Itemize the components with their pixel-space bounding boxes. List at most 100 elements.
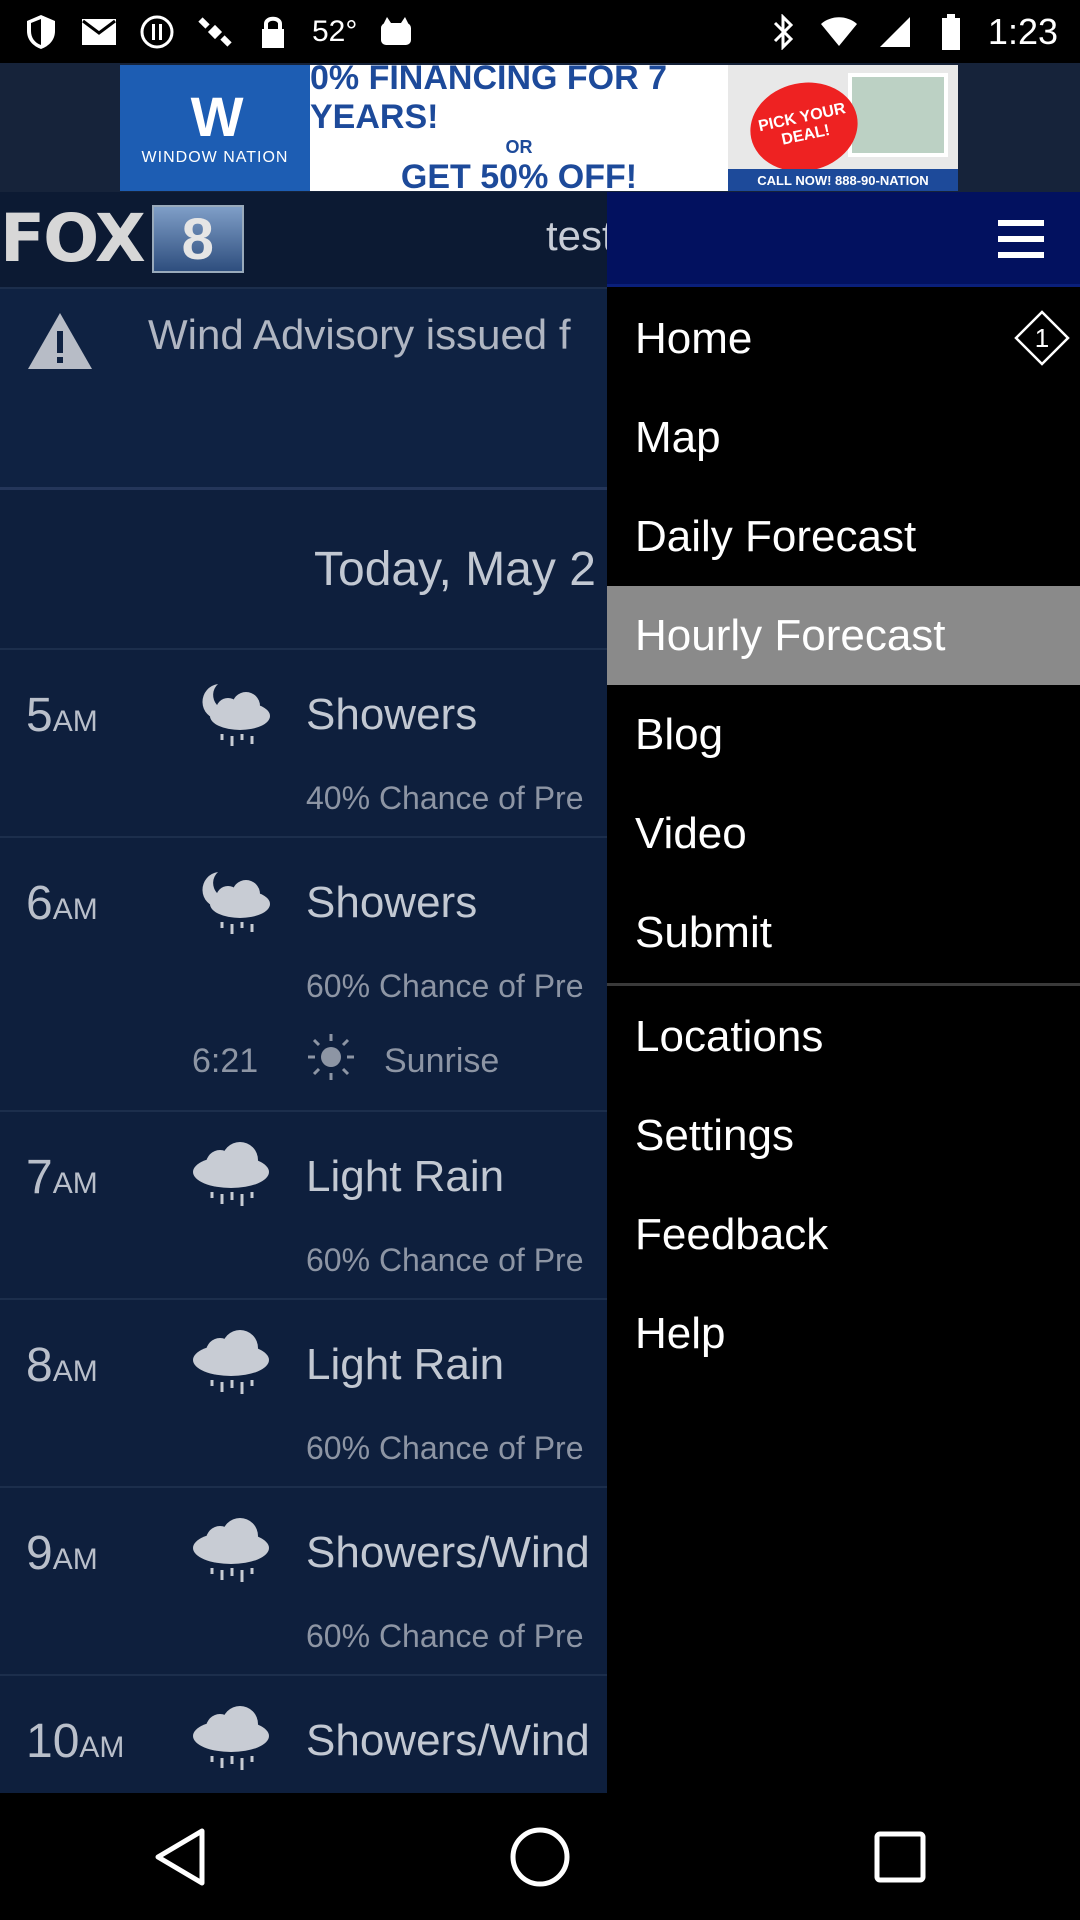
hour-ampm: AM [52,1543,98,1576]
signal-icon [876,13,914,51]
logo-fox-text: FOX [0,200,146,277]
wifi-icon [820,13,858,51]
precip-text: 60% Chance of Pre [306,968,584,1004]
menu-item-label: Locations [635,1011,824,1061]
precip-text: 60% Chance of Pre [306,1242,584,1278]
ad-subheadline: GET 50% OFF! [400,158,638,191]
ad-brand: WINDOW NATION [141,149,289,166]
back-triangle-icon [155,1828,205,1885]
rain-cloud-icon [193,1706,269,1770]
night-showers-icon [202,872,270,934]
weather-advisory[interactable]: Wind Advisory issued f [0,287,607,490]
menu-item-video[interactable]: Video [607,784,1080,883]
clock-text: 1:23 [987,10,1058,52]
navigation-drawer: Home 1 Map Daily Forecast Hourly Forecas… [607,192,1080,1793]
hour-row[interactable]: 9AM Showers/Wind 60% Chance of Pre [0,1488,607,1676]
menu-item-locations[interactable]: Locations [607,987,1080,1086]
menu-item-label: Hourly Forecast [635,610,946,660]
badge-count: 1 [1034,322,1050,353]
sunrise-icon [308,1034,354,1080]
drawer-header [607,192,1080,287]
hour-row[interactable]: 8AM Light Rain 60% Chance of Pre [0,1300,607,1488]
hour-number: 8 [26,1339,53,1392]
menu-item-label: Daily Forecast [635,511,917,561]
menu-item-home[interactable]: Home 1 [607,289,1080,388]
menu-item-daily-forecast[interactable]: Daily Forecast [607,487,1080,586]
rain-cloud-icon [193,1518,269,1582]
sunrise-time: 6:21 [192,1042,259,1080]
menu-item-help[interactable]: Help [607,1284,1080,1383]
ad-or: OR [505,137,533,157]
menu-item-label: Home [635,313,753,363]
back-button[interactable] [135,1812,225,1902]
recents-square-icon [874,1831,926,1882]
menu-item-blog[interactable]: Blog [607,685,1080,784]
condition-text: Light Rain [306,1152,505,1201]
lock-icon [254,13,292,51]
location-title: test [546,212,614,259]
alert-circle-icon [138,13,176,51]
precip-text: 60% Chance of Pre [306,1618,584,1654]
hour-row[interactable]: 10AM Showers/Wind [0,1676,607,1793]
logo-channel: 8 [151,205,244,273]
menu-item-submit[interactable]: Submit [607,883,1080,982]
hour-ampm: AM [52,1167,98,1200]
menu-item-label: Settings [635,1110,794,1160]
menu-item-settings[interactable]: Settings [607,1086,1080,1185]
condition-text: Showers [306,690,478,739]
temperature-text: 52° [312,14,358,48]
rain-cloud-icon [193,1142,269,1206]
hour-number: 5 [26,689,53,742]
precip-text: 40% Chance of Pre [306,780,584,816]
hour-row[interactable]: 7AM Light Rain 60% Chance of Pre [0,1112,607,1300]
condition-text: Showers/Wind [306,1716,590,1765]
menu-item-label: Map [635,412,721,462]
warning-icon [28,313,92,369]
status-bar: 52° 1:23 [0,0,1080,63]
date-header: Today, May 2 [0,490,607,650]
home-button[interactable] [495,1812,585,1902]
hour-ampm: AM [52,705,98,738]
notification-badge[interactable]: 1 [1014,310,1070,366]
menu-item-hourly-forecast[interactable]: Hourly Forecast [607,586,1080,685]
battery-icon [932,13,970,51]
date-label: Today, May 2 [314,543,596,596]
menu-divider [607,983,1080,986]
hour-ampm: AM [52,1355,98,1388]
menu-item-label: Video [635,808,747,858]
cat-app-icon [377,13,415,51]
ad-banner[interactable]: W WINDOW NATION 0% FINANCING FOR 7 YEARS… [0,63,1080,192]
fox8-logo: FOX 8 [0,204,244,274]
hour-number: 10 [26,1715,80,1768]
menu-item-label: Blog [635,709,724,759]
gmail-icon [80,13,118,51]
hour-row[interactable]: 6AM Showers 60% Chance of Pre 6:21 Sunri… [0,838,607,1112]
condition-text: Showers [306,878,478,927]
advisory-text: Wind Advisory issued f [148,311,571,358]
menu-item-map[interactable]: Map [607,388,1080,487]
hour-row[interactable]: 5AM Showers 40% Chance of Pre [0,650,607,838]
sunrise-label: Sunrise [384,1042,500,1080]
shield-icon [22,13,60,51]
menu-item-label: Help [635,1308,726,1358]
hour-ampm: AM [79,1731,125,1764]
night-showers-icon [202,684,270,746]
hour-number: 6 [26,877,53,930]
hourly-forecast-list[interactable]: Wind Advisory issued f Today, May 2 5AM … [0,287,607,1793]
ad-headline: 0% FINANCING FOR 7 YEARS! [310,65,668,136]
satellite-icon [196,13,234,51]
hamburger-menu-icon[interactable] [998,220,1044,258]
hour-number: 9 [26,1527,53,1580]
menu-item-label: Submit [635,907,772,957]
menu-item-label: Feedback [635,1209,829,1259]
menu-item-feedback[interactable]: Feedback [607,1185,1080,1284]
condition-text: Light Rain [306,1340,505,1389]
system-navigation-bar [0,1793,1080,1920]
condition-text: Showers/Wind [306,1528,590,1577]
hour-number: 7 [26,1151,53,1204]
bluetooth-icon [764,13,802,51]
recents-button[interactable] [855,1812,945,1902]
ad-logo-mark: W [190,85,244,148]
hour-ampm: AM [52,893,98,926]
rain-cloud-icon [193,1330,269,1394]
